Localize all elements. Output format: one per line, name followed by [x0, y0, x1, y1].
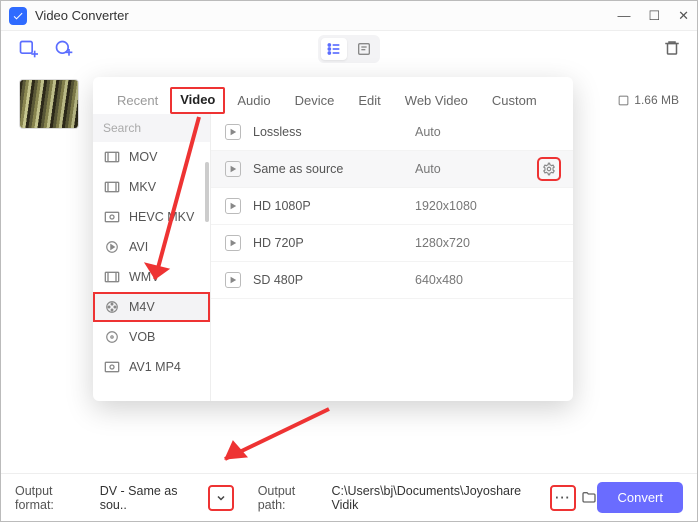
tab-audio[interactable]: Audio	[225, 87, 282, 114]
add-link-button[interactable]	[53, 38, 75, 60]
output-path-label: Output path:	[258, 484, 326, 512]
format-item-m4v[interactable]: M4V	[93, 292, 210, 322]
format-label: AVI	[129, 240, 148, 254]
thumbnail-image	[20, 80, 78, 128]
format-item-avi[interactable]: AVI	[93, 232, 210, 262]
add-file-button[interactable]	[17, 38, 39, 60]
disc-icon	[103, 330, 121, 344]
play-circle-icon	[103, 240, 121, 254]
format-category-tabs: Recent Video Audio Device Edit Web Video…	[93, 77, 573, 114]
tab-recent[interactable]: Recent	[105, 87, 170, 114]
annotation-arrow-icon	[211, 401, 341, 471]
format-item-mov[interactable]: MOV	[93, 142, 210, 172]
bottom-bar: Output format: DV - Same as sou.. Output…	[1, 473, 697, 521]
reel-icon	[103, 300, 121, 314]
output-path-value: C:\Users\bj\Documents\Joyoshare Vidik	[331, 484, 548, 512]
preset-name: Same as source	[253, 162, 403, 176]
play-icon	[225, 198, 241, 214]
play-icon	[225, 272, 241, 288]
view-list-button[interactable]	[321, 38, 347, 60]
open-output-folder-button[interactable]	[580, 489, 598, 507]
format-label: WMV	[129, 270, 160, 284]
preset-name: HD 720P	[253, 236, 403, 250]
file-size-value: 1.66 MB	[634, 93, 679, 107]
format-item-hevc-mkv[interactable]: HEVC MKV	[93, 202, 210, 232]
app-title: Video Converter	[35, 8, 129, 23]
play-icon	[225, 124, 241, 140]
file-size-badge: 1.66 MB	[617, 93, 679, 107]
window-close-icon[interactable]: ✕	[678, 8, 689, 24]
title-bar: Video Converter — ☐ ✕	[1, 1, 697, 31]
tab-edit[interactable]: Edit	[346, 87, 392, 114]
format-label: MKV	[129, 180, 156, 194]
preset-row-lossless[interactable]: Lossless Auto	[211, 114, 573, 151]
tab-webvideo[interactable]: Web Video	[393, 87, 480, 114]
format-label: HEVC MKV	[129, 210, 194, 224]
file-thumbnail[interactable]	[19, 79, 79, 129]
preset-resolution: 1280x720	[415, 236, 470, 250]
preset-settings-button[interactable]	[539, 159, 559, 179]
preset-list: Lossless Auto Same as source Auto HD 108…	[211, 114, 573, 401]
output-path-browse-button[interactable]: ···	[552, 487, 574, 509]
format-list-scrollbar[interactable]	[205, 142, 209, 282]
play-icon	[225, 161, 241, 177]
codec-icon	[103, 210, 121, 224]
window-maximize-icon[interactable]: ☐	[648, 8, 660, 24]
preset-resolution: Auto	[415, 162, 441, 176]
tab-video[interactable]: Video	[170, 87, 225, 114]
format-item-av1-mp4[interactable]: AV1 MP4	[93, 352, 210, 382]
film-icon	[103, 150, 121, 164]
preset-resolution: 640x480	[415, 273, 463, 287]
format-list[interactable]: Search MOV MKV HEVC MKV AVI	[93, 114, 211, 401]
format-label: M4V	[129, 300, 155, 314]
output-format-dropdown[interactable]	[210, 487, 232, 509]
tab-device[interactable]: Device	[283, 87, 347, 114]
main-toolbar	[1, 31, 697, 67]
preset-resolution: 1920x1080	[415, 199, 477, 213]
scrollbar-thumb[interactable]	[205, 162, 209, 222]
format-label: AV1 MP4	[129, 360, 181, 374]
play-icon	[225, 235, 241, 251]
codec-icon	[103, 360, 121, 374]
convert-button[interactable]: Convert	[597, 482, 683, 513]
format-label: MOV	[129, 150, 157, 164]
film-icon	[103, 270, 121, 284]
trash-button[interactable]	[663, 39, 681, 60]
app-logo-icon	[9, 7, 27, 25]
view-note-button[interactable]	[351, 38, 377, 60]
preset-name: SD 480P	[253, 273, 403, 287]
window-minimize-icon[interactable]: —	[617, 8, 630, 23]
tab-custom[interactable]: Custom	[480, 87, 549, 114]
preset-row-hd-1080p[interactable]: HD 1080P 1920x1080	[211, 188, 573, 225]
view-toggle	[318, 35, 380, 63]
preset-row-sd-480p[interactable]: SD 480P 640x480	[211, 262, 573, 299]
preset-row-same-as-source[interactable]: Same as source Auto	[211, 151, 573, 188]
app-window: Video Converter — ☐ ✕ 1.6	[0, 0, 698, 522]
format-label: VOB	[129, 330, 155, 344]
output-format-label: Output format:	[15, 484, 94, 512]
preset-resolution: Auto	[415, 125, 441, 139]
output-format-value: DV - Same as sou..	[100, 484, 207, 512]
format-item-wmv[interactable]: WMV	[93, 262, 210, 292]
format-item-mkv[interactable]: MKV	[93, 172, 210, 202]
preset-name: HD 1080P	[253, 199, 403, 213]
preset-row-hd-720p[interactable]: HD 720P 1280x720	[211, 225, 573, 262]
format-item-vob[interactable]: VOB	[93, 322, 210, 352]
preset-name: Lossless	[253, 125, 403, 139]
format-popover: Recent Video Audio Device Edit Web Video…	[93, 77, 573, 401]
film-icon	[103, 180, 121, 194]
search-input[interactable]: Search	[93, 114, 210, 142]
